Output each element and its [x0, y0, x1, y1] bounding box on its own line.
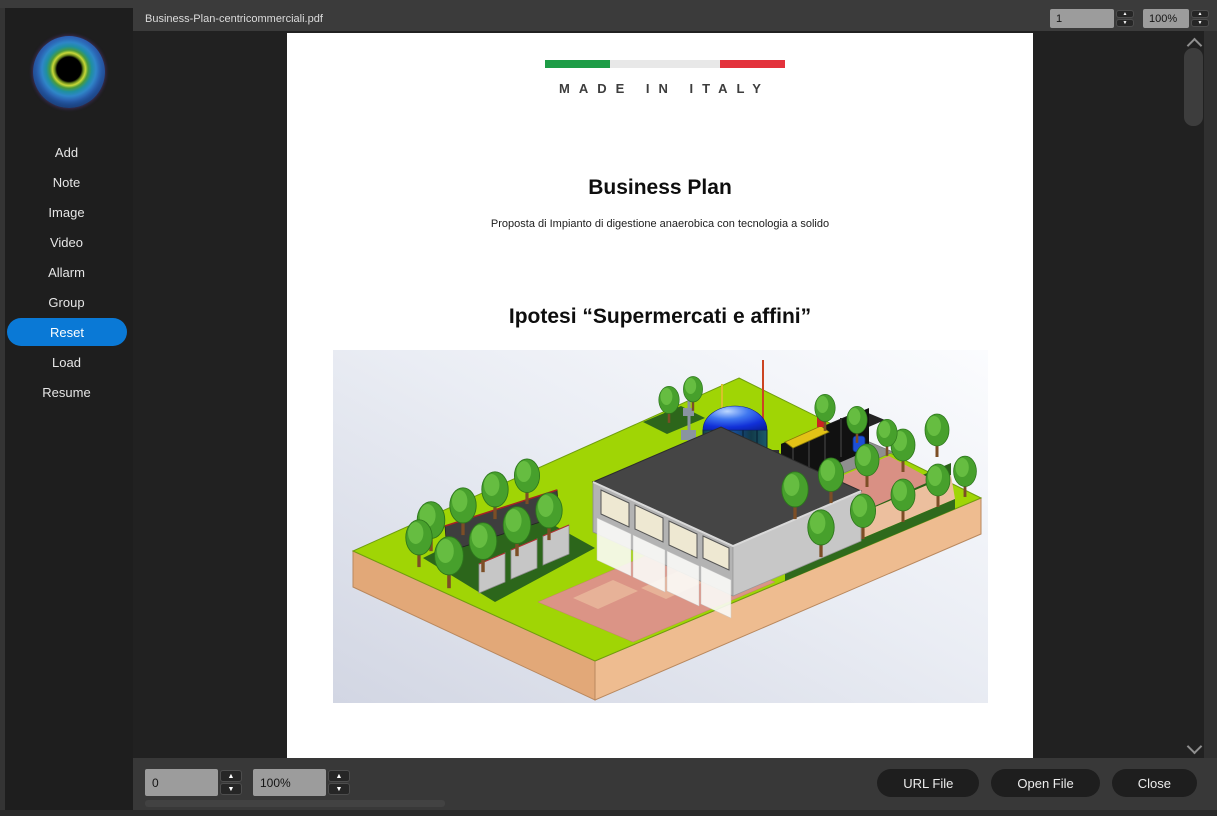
section-heading: Ipotesi “Supermercati e affini”: [508, 305, 812, 328]
url-file-button[interactable]: URL File: [877, 769, 980, 797]
sidebar-item-reset[interactable]: Reset: [7, 318, 127, 346]
open-file-button[interactable]: Open File: [991, 769, 1100, 797]
spin-down-icon[interactable]: ▼: [220, 783, 242, 795]
page-number-arrows: ▲ ▼: [1116, 10, 1134, 27]
document-tab[interactable]: Business-Plan-centricommerciali.pdf: [145, 8, 323, 31]
page-number-input[interactable]: 1: [1050, 9, 1114, 28]
zoom-level-arrows: ▲ ▼: [1191, 10, 1209, 27]
sidebar-item-image[interactable]: Image: [0, 197, 133, 227]
close-button[interactable]: Close: [1111, 769, 1197, 797]
scroll-down-icon[interactable]: [1186, 738, 1203, 755]
window-right-edge: [1204, 31, 1217, 758]
vertical-scrollbar-thumb[interactable]: [1184, 48, 1203, 126]
spin-up-icon[interactable]: ▲: [1116, 10, 1134, 18]
spin-up-icon[interactable]: ▲: [220, 770, 242, 782]
sidebar-menu: Add Note Image Video Allarm Group Reset …: [0, 137, 133, 407]
sidebar-item-add[interactable]: Add: [0, 137, 133, 167]
sidebar-item-resume[interactable]: Resume: [0, 377, 133, 407]
title-bar: Business-Plan-centricommerciali.pdf 1 ▲ …: [0, 0, 1217, 31]
bottom-zoom-input[interactable]: 100%: [253, 769, 326, 796]
bottom-bar-controls: 0 ▲ ▼ 100% ▲ ▼: [145, 769, 350, 796]
flag-green-segment: [545, 60, 610, 68]
app-logo-eye-icon: [33, 36, 105, 108]
spin-up-icon[interactable]: ▲: [1191, 10, 1209, 18]
flag-red-segment: [720, 60, 785, 68]
spin-down-icon[interactable]: ▼: [1191, 19, 1209, 27]
sidebar-item-load[interactable]: Load: [0, 347, 133, 377]
bottom-bar-buttons: URL File Open File Close: [877, 769, 1197, 797]
sidebar-item-group[interactable]: Group: [0, 287, 133, 317]
pdf-page: MADE IN ITALY Business Plan Proposta di …: [287, 33, 1033, 758]
horizontal-scrollbar-thumb[interactable]: [145, 800, 445, 807]
document-title: Business Plan: [588, 176, 732, 199]
pdf-viewer: MADE IN ITALY Business Plan Proposta di …: [133, 31, 1217, 758]
sidebar-item-video[interactable]: Video: [0, 227, 133, 257]
page-number-spinner: 1 ▲ ▼: [1050, 9, 1134, 28]
bottom-zoom-spinner: 100% ▲ ▼: [253, 769, 350, 796]
italy-flag-bar: [545, 60, 785, 68]
sidebar-item-note[interactable]: Note: [0, 167, 133, 197]
window-left-edge: [0, 8, 5, 816]
document-subtitle: Proposta di Impianto di digestione anaer…: [490, 218, 830, 230]
plant-figure-svg: [333, 350, 988, 703]
bottom-page-spinner: 0 ▲ ▼: [145, 769, 242, 796]
zoom-level-spinner: 100% ▲ ▼: [1143, 9, 1209, 28]
window-bottom-edge: [0, 810, 1217, 816]
sidebar: Add Note Image Video Allarm Group Reset …: [0, 8, 133, 816]
spin-down-icon[interactable]: ▼: [1116, 19, 1134, 27]
made-in-italy-label: MADE IN ITALY: [559, 81, 770, 96]
spin-down-icon[interactable]: ▼: [328, 783, 350, 795]
bottom-page-input[interactable]: 0: [145, 769, 218, 796]
spin-up-icon[interactable]: ▲: [328, 770, 350, 782]
sidebar-item-allarm[interactable]: Allarm: [0, 257, 133, 287]
flag-grey-segment: [610, 60, 720, 68]
titlebar-controls: 1 ▲ ▼ 100% ▲ ▼: [1050, 9, 1209, 28]
bottom-zoom-arrows: ▲ ▼: [328, 770, 350, 795]
plant-3d-render: [333, 350, 988, 703]
bottom-page-arrows: ▲ ▼: [220, 770, 242, 795]
zoom-level-input[interactable]: 100%: [1143, 9, 1189, 28]
bottom-bar: 0 ▲ ▼ 100% ▲ ▼ URL File Open File Close: [133, 758, 1217, 810]
application-window: Business-Plan-centricommerciali.pdf 1 ▲ …: [0, 0, 1217, 816]
